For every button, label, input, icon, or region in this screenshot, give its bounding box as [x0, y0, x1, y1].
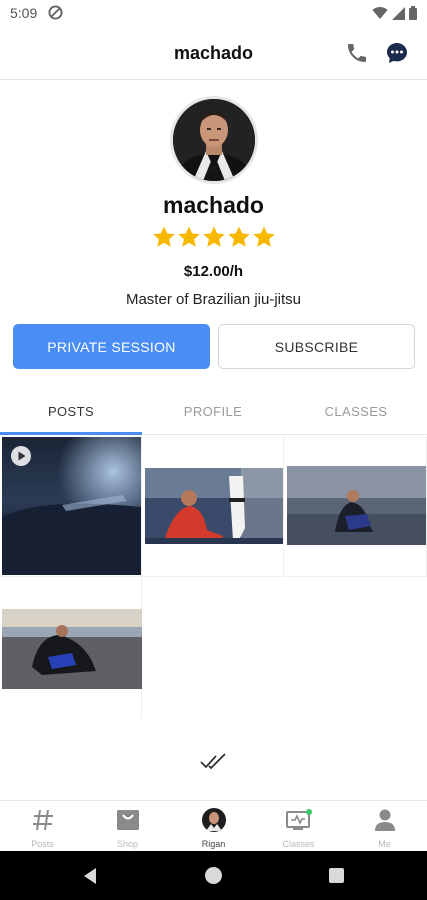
profile-bio: Master of Brazilian jiu-jitsu — [125, 291, 302, 308]
nav-label: Classes — [282, 839, 315, 849]
double-check-icon — [200, 753, 226, 770]
do-not-disturb-icon — [48, 5, 63, 20]
star-icon — [177, 226, 200, 247]
active-tab-indicator — [0, 432, 142, 435]
hourly-price: $12.00/h — [183, 263, 244, 280]
post-thumbnail — [287, 466, 426, 545]
bottom-navigation: Posts Shop Rigan Classes Me — [0, 800, 427, 851]
post-tile[interactable] — [142, 436, 284, 577]
nav-label: Posts — [31, 839, 54, 849]
post-tile[interactable] — [0, 577, 142, 718]
subscribe-button[interactable]: SUBSCRIBE — [218, 324, 415, 369]
star-icon — [202, 226, 225, 247]
recent-apps-icon[interactable] — [329, 868, 344, 883]
post-thumbnail — [2, 609, 142, 689]
wifi-icon — [372, 7, 388, 20]
tab-profile[interactable]: PROFILE — [142, 388, 284, 435]
nav-classes[interactable]: Classes — [256, 801, 341, 852]
star-icon — [152, 226, 175, 247]
chat-bubble-icon[interactable] — [385, 41, 409, 65]
profile-name: machado — [163, 192, 264, 218]
person-icon — [374, 809, 395, 831]
post-thumbnail — [2, 437, 141, 575]
nav-label: Shop — [116, 839, 139, 849]
profile-photo — [173, 99, 255, 181]
avatar-icon — [201, 808, 226, 832]
profile-avatar[interactable] — [170, 96, 258, 184]
play-icon — [11, 446, 31, 466]
post-thumbnail — [145, 468, 283, 544]
nav-rigan[interactable]: Rigan — [171, 801, 256, 852]
phone-icon[interactable] — [345, 41, 369, 65]
nav-label: Me — [378, 839, 391, 849]
home-icon[interactable] — [205, 867, 222, 884]
post-tile[interactable] — [285, 436, 427, 577]
nav-shop[interactable]: Shop — [85, 801, 170, 852]
tab-classes[interactable]: CLASSES — [285, 388, 427, 435]
tab-posts[interactable]: POSTS — [0, 388, 142, 435]
nav-label: Rigan — [201, 839, 226, 849]
post-tile[interactable] — [0, 436, 142, 577]
signal-icon — [392, 6, 405, 20]
back-icon[interactable] — [82, 867, 98, 885]
status-icons — [372, 5, 417, 21]
star-icon — [227, 226, 250, 247]
battery-icon — [409, 6, 417, 20]
classes-screen-icon — [285, 809, 312, 830]
private-session-button[interactable]: PRIVATE SESSION — [13, 324, 210, 369]
status-time: 5:09 — [10, 5, 38, 21]
app-header: machado — [0, 26, 427, 80]
star-icon — [252, 226, 275, 247]
nav-me[interactable]: Me — [342, 801, 427, 852]
shop-bag-icon — [116, 810, 139, 830]
profile-tabs: POSTS PROFILE CLASSES — [0, 388, 427, 435]
hash-icon — [32, 809, 53, 831]
status-bar: 5:09 — [0, 0, 427, 26]
nav-posts[interactable]: Posts — [0, 801, 85, 852]
star-rating — [0, 224, 427, 250]
system-navigation-bar — [0, 851, 427, 900]
